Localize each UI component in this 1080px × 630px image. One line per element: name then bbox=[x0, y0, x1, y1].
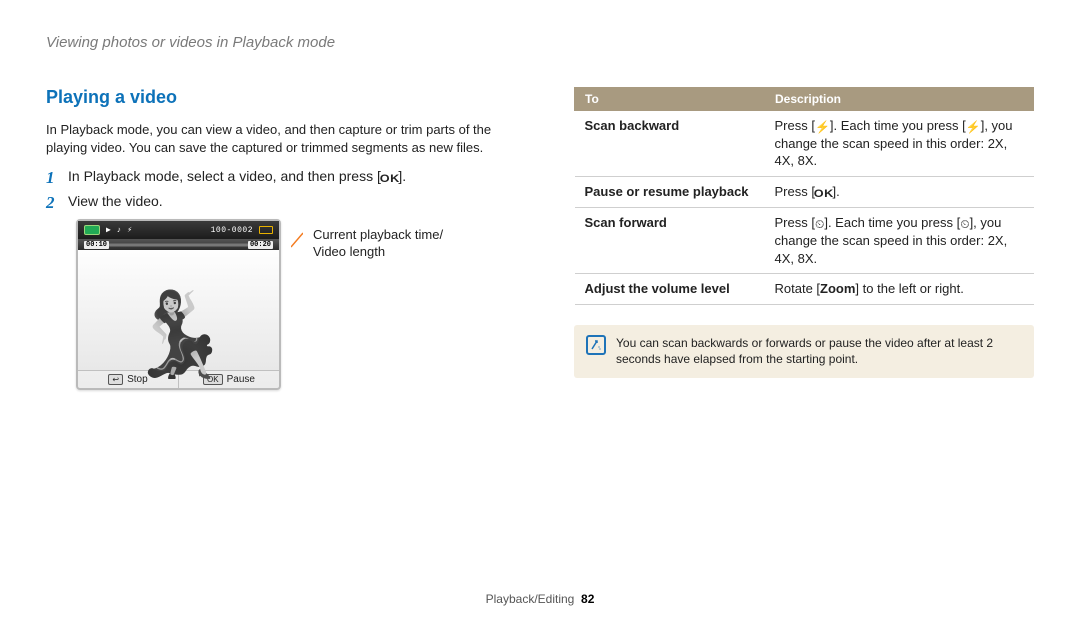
page-footer: Playback/Editing 82 bbox=[0, 592, 1080, 606]
row1-desc: Press [⚡]. Each time you press [⚡], you … bbox=[765, 111, 1034, 177]
row4-to: Adjust the volume level bbox=[575, 274, 765, 305]
battery-icon bbox=[259, 226, 273, 234]
r2a: Press [ bbox=[775, 184, 815, 199]
file-counter: 100-0002 bbox=[211, 226, 253, 235]
footer-section: Playback/Editing bbox=[486, 592, 575, 606]
row2-desc: Press [OK]. bbox=[765, 176, 1034, 208]
table-row: Pause or resume playback Press [OK]. bbox=[575, 176, 1034, 208]
r1a: Press [ bbox=[775, 118, 815, 133]
note-text: You can scan backwards or forwards or pa… bbox=[616, 335, 1022, 369]
video-player-figure: ▶ ♪ ⚡ 100-0002 00:10 00:20 💃 ↩ bbox=[76, 219, 281, 390]
table-row: Scan forward Press [⏲]. Each time you pr… bbox=[575, 208, 1034, 274]
bolt-icon: ⚡ bbox=[966, 121, 981, 133]
back-key-icon: ↩ bbox=[108, 374, 123, 385]
time-current: 00:10 bbox=[84, 241, 109, 249]
controls-table: To Description Scan backward Press [⚡]. … bbox=[574, 87, 1034, 305]
table-row: Adjust the volume level Rotate [Zoom] to… bbox=[575, 274, 1034, 305]
row2-to: Pause or resume playback bbox=[575, 176, 765, 208]
row4-desc: Rotate [Zoom] to the left or right. bbox=[765, 274, 1034, 305]
dancer-silhouette-icon: 💃 bbox=[127, 294, 229, 376]
r3a: Press [ bbox=[775, 215, 815, 230]
timer-icon: ⏲ bbox=[960, 218, 969, 230]
footer-page-number: 82 bbox=[581, 592, 594, 606]
callout-line2: Video length bbox=[313, 244, 385, 259]
ok-icon: OK bbox=[380, 173, 400, 185]
r4a: Rotate [ bbox=[775, 281, 821, 296]
time-length: 00:20 bbox=[248, 241, 273, 249]
row1-to: Scan backward bbox=[575, 111, 765, 177]
th-desc: Description bbox=[765, 88, 1034, 111]
status-icons: ▶ ♪ ⚡ bbox=[106, 225, 133, 235]
note-icon bbox=[586, 335, 606, 355]
row3-desc: Press [⏲]. Each time you press [⏲], you … bbox=[765, 208, 1034, 274]
section-title: Playing a video bbox=[46, 87, 516, 108]
th-to: To bbox=[575, 88, 765, 111]
timer-icon: ⏲ bbox=[815, 218, 824, 230]
row3-to: Scan forward bbox=[575, 208, 765, 274]
r3b: ]. Each time you press [ bbox=[824, 215, 960, 230]
table-row: Scan backward Press [⚡]. Each time you p… bbox=[575, 111, 1034, 177]
step-1-text-a: In Playback mode, select a video, and th… bbox=[68, 168, 381, 184]
callout-line1: Current playback time/ bbox=[313, 227, 443, 242]
section-intro: In Playback mode, you can view a video, … bbox=[46, 121, 516, 156]
ok-icon: OK bbox=[814, 187, 834, 202]
breadcrumb-heading: Viewing photos or videos in Playback mod… bbox=[46, 34, 1034, 51]
zoom-bold: Zoom bbox=[820, 281, 855, 296]
bolt-icon: ⚡ bbox=[815, 121, 830, 133]
r1b: ]. Each time you press [ bbox=[830, 118, 966, 133]
pause-label: Pause bbox=[227, 374, 255, 385]
r4b: ] to the left or right. bbox=[855, 281, 963, 296]
time-bar: 00:10 00:20 bbox=[78, 239, 279, 250]
callout-leader-line bbox=[291, 219, 303, 259]
step-2: View the video. bbox=[46, 193, 516, 209]
video-icon bbox=[84, 225, 100, 235]
callout-label: Current playback time/ Video length bbox=[313, 227, 443, 261]
step-1: In Playback mode, select a video, and th… bbox=[46, 168, 516, 185]
note-box: You can scan backwards or forwards or pa… bbox=[574, 325, 1034, 379]
